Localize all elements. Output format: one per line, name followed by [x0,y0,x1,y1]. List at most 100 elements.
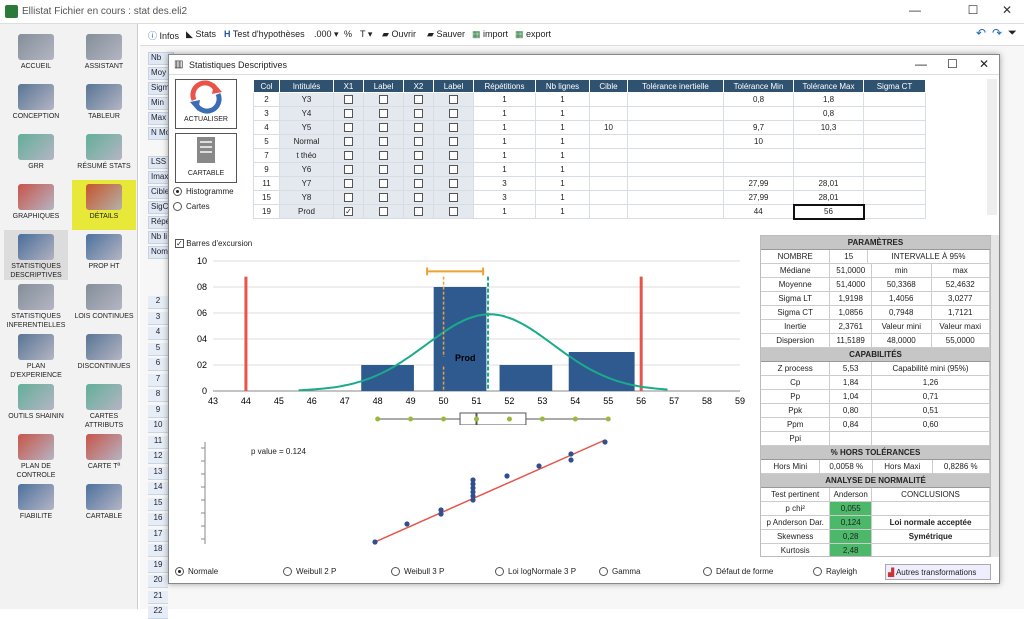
table-row[interactable]: 4 Y5 1 1 10 9,7 10,3 [253,120,926,135]
cell-x1[interactable] [333,162,364,177]
format-dropdown[interactable]: .000 ▾ [314,29,339,40]
row-checkbox[interactable] [414,109,423,119]
table-row[interactable]: 9 Y6 1 1 [253,162,926,177]
maximize-button[interactable]: ☐ [958,3,988,17]
cell-x2[interactable] [403,176,434,191]
sidebar-col1-5[interactable]: STATISTIQUES INFERENTIELLES [4,280,68,330]
sidebar-col1-1[interactable]: CONCEPTION [4,80,68,130]
row-checkbox[interactable] [414,95,423,105]
histogramme-radio[interactable]: Histogramme [173,187,234,197]
cell-l1[interactable] [363,120,404,135]
row-checkbox[interactable] [449,193,458,203]
test-button[interactable]: H Test d'hypothèses [224,29,305,39]
row-checkbox[interactable] [344,137,353,147]
cell-l2[interactable] [433,106,474,121]
dist-option-4[interactable]: Gamma [599,567,640,577]
t-dropdown[interactable]: T ▾ [360,29,372,40]
row-checkbox[interactable] [379,123,388,133]
table-scrollbar[interactable] [987,79,997,215]
dialog-maximize[interactable]: ☐ [947,57,958,71]
export-button[interactable]: ▦ export [515,29,551,40]
sidebar-col1-3[interactable]: GRAPHIQUES [4,180,68,230]
dist-option-0[interactable]: Normale [175,567,218,577]
cell-l2[interactable] [433,148,474,163]
sidebar-col1-9[interactable]: FIABILITE [4,480,68,530]
sidebar-col2-6[interactable]: DISCONTINUES [72,330,136,380]
cell-x1[interactable] [333,190,364,205]
actualiser-button[interactable]: ACTUALISER [175,79,237,129]
minimize-button[interactable]: — [900,3,930,17]
row-checkbox[interactable] [344,179,353,189]
cell-l2[interactable] [433,134,474,149]
cell-l1[interactable] [363,190,404,205]
row-checkbox[interactable] [414,137,423,147]
dist-option-5[interactable]: Défaut de forme [703,567,773,577]
cell-l1[interactable] [363,106,404,121]
cell-l1[interactable] [363,162,404,177]
cartable-dialog-button[interactable]: CARTABLE [175,133,237,183]
row-checkbox[interactable] [449,95,458,105]
table-row[interactable]: 15 Y8 3 1 27,99 28,01 [253,190,926,205]
row-checkbox[interactable] [379,207,388,217]
row-checkbox[interactable] [344,151,353,161]
table-row[interactable]: 3 Y4 1 1 0,8 [253,106,926,121]
cell-x1[interactable] [333,134,364,149]
row-checkbox[interactable] [379,165,388,175]
sidebar-col1-4[interactable]: STATISTIQUES DESCRIPTIVES [4,230,68,280]
autres-transformations-button[interactable]: ▟ Autres transformations [885,564,991,580]
sidebar-col1-8[interactable]: PLAN DE CONTROLE [4,430,68,480]
cell-l1[interactable] [363,92,404,107]
cell-x1[interactable] [333,92,364,107]
import-button[interactable]: ▦ import [472,29,508,40]
cell-l2[interactable] [433,190,474,205]
sidebar-col2-3[interactable]: DÉTAILS [72,180,136,230]
cell-x2[interactable] [403,162,434,177]
percent-button[interactable]: % [344,29,352,39]
dist-option-6[interactable]: Rayleigh [813,567,857,577]
dist-option-3[interactable]: Loi logNormale 3 P [495,567,576,577]
filter-icon[interactable]: ⏷ [1008,27,1017,40]
infos-button[interactable]: ⓘ Infos [148,29,179,42]
sidebar-col2-8[interactable]: CARTE Tª [72,430,136,480]
sidebar-col2-2[interactable]: RÉSUMÉ STATS [72,130,136,180]
sidebar-col2-9[interactable]: CARTABLE [72,480,136,530]
row-checkbox[interactable] [379,179,388,189]
sauver-button[interactable]: ▰ Sauver [427,29,465,40]
dist-option-1[interactable]: Weibull 2 P [283,567,336,577]
sidebar-col1-6[interactable]: PLAN D'EXPERIENCE [4,330,68,380]
cell-x2[interactable] [403,106,434,121]
cell-x1[interactable] [333,148,364,163]
panel-scrollbar[interactable] [991,235,999,557]
row-checkbox[interactable] [449,179,458,189]
cell-l2[interactable] [433,120,474,135]
sidebar-col2-1[interactable]: TABLEUR [72,80,136,130]
cell-l1[interactable] [363,204,404,219]
cell-x1[interactable] [333,120,364,135]
cell-x2[interactable] [403,190,434,205]
row-checkbox[interactable] [379,109,388,119]
ouvrir-button[interactable]: ▰ Ouvrir [382,29,416,40]
row-checkbox[interactable] [414,123,423,133]
row-checkbox[interactable] [414,207,423,217]
sidebar-col2-4[interactable]: PROP HT [72,230,136,280]
row-checkbox[interactable] [449,109,458,119]
sidebar-col2-0[interactable]: ASSISTANT [72,30,136,80]
row-checkbox[interactable] [449,123,458,133]
table-row[interactable]: 7t théo 1 1 [253,148,926,163]
cell-l2[interactable] [433,176,474,191]
stats-button[interactable]: ◣ Stats [186,29,216,40]
row-checkbox[interactable] [449,165,458,175]
close-button[interactable]: ✕ [992,3,1022,17]
table-row[interactable]: 19 Prod ✓ 1 1 44 56 [253,203,926,220]
sidebar-col1-2[interactable]: GRR [4,130,68,180]
cell-x1[interactable] [333,106,364,121]
row-checkbox[interactable] [344,95,353,105]
row-checkbox[interactable] [414,179,423,189]
row-checkbox[interactable] [344,109,353,119]
cell-l2[interactable] [433,92,474,107]
row-checkbox[interactable]: ✓ [344,207,353,217]
cell-l1[interactable] [363,148,404,163]
sidebar-col1-7[interactable]: OUTILS SHAININ [4,380,68,430]
row-checkbox[interactable] [449,207,458,217]
row-checkbox[interactable] [379,151,388,161]
